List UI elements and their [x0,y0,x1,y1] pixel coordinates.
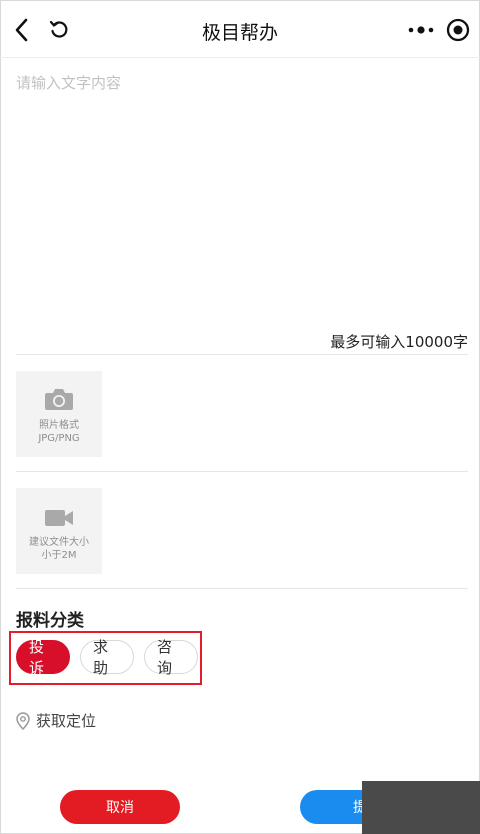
category-chip-consult[interactable]: 咨询 [144,638,198,677]
category-chip-help[interactable]: 求助 [80,638,134,677]
photo-format-types: JPG/PNG [38,433,80,444]
photo-upload-button[interactable]: 照片格式 JPG/PNG [16,371,102,457]
top-bar: 极目帮办 [0,0,480,58]
video-size-hint: 建议文件大小 [29,537,89,548]
camera-icon [45,389,73,410]
divider [16,354,468,355]
character-limit-hint: 最多可输入10000字 [330,333,468,351]
watermark-overlay [362,781,480,834]
more-options-icon[interactable] [407,22,435,38]
photo-format-label: 照片格式 [39,420,79,431]
get-location-button[interactable]: 获取定位 [16,710,96,731]
content-textarea[interactable] [16,72,468,334]
divider [16,588,468,589]
video-upload-button[interactable]: 建议文件大小 小于2M [16,488,102,574]
category-chip-complaint[interactable]: 投诉 [16,638,70,677]
location-pin-icon [16,711,30,730]
video-size-limit: 小于2M [41,550,77,561]
video-camera-icon [45,510,73,526]
category-title: 报料分类 [16,611,84,631]
close-miniprogram-icon[interactable] [446,18,470,42]
cancel-button[interactable]: 取消 [60,790,180,824]
divider [16,471,468,472]
get-location-label: 获取定位 [36,712,97,730]
